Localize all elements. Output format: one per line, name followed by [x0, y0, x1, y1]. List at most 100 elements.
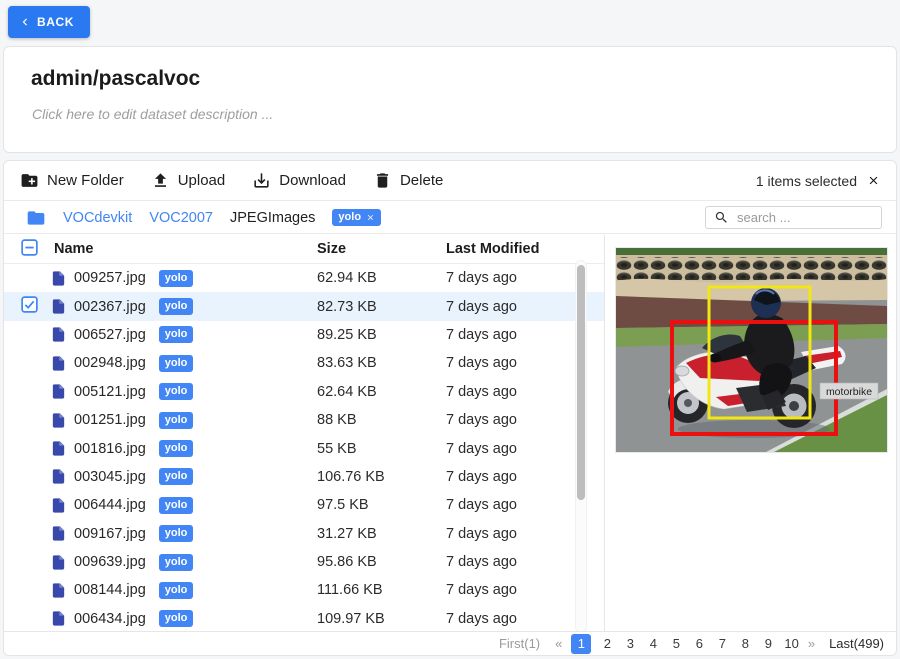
- close-icon[interactable]: [366, 213, 375, 222]
- file-size: 88 KB: [313, 412, 446, 428]
- file-icon: [50, 468, 67, 485]
- table-row[interactable]: 001251.jpg yolo 88 KB 7 days ago: [4, 406, 604, 434]
- table-row[interactable]: 006444.jpg yolo 97.5 KB 7 days ago: [4, 491, 604, 519]
- pagination-next[interactable]: »: [808, 636, 815, 651]
- table-row[interactable]: 008144.jpg yolo 111.66 KB 7 days ago: [4, 576, 604, 604]
- search-input[interactable]: [737, 210, 873, 225]
- table-row[interactable]: 009167.jpg yolo 31.27 KB 7 days ago: [4, 520, 604, 548]
- pagination-page-8[interactable]: 8: [738, 636, 752, 651]
- file-size: 109.97 KB: [313, 611, 446, 627]
- breadcrumb-current-jpegimages: JPEGImages: [230, 210, 315, 226]
- pagination-last[interactable]: Last(499): [829, 636, 884, 651]
- breadcrumb-link-vocdevkit[interactable]: VOCdevkit: [63, 210, 132, 226]
- new-folder-button[interactable]: New Folder: [20, 171, 124, 190]
- row-checkbox[interactable]: [21, 296, 38, 313]
- yolo-tag-badge: yolo: [159, 497, 194, 514]
- file-size: 82.73 KB: [313, 299, 446, 315]
- file-size: 62.94 KB: [313, 270, 446, 286]
- dataset-title: admin/pascalvoc: [31, 67, 896, 91]
- download-button[interactable]: Download: [252, 171, 346, 190]
- pagination-page-1[interactable]: 1: [571, 634, 591, 654]
- file-table-body: 009257.jpg yolo 62.94 KB 7 days ago 0023…: [4, 264, 604, 633]
- table-row[interactable]: 009639.jpg yolo 95.86 KB 7 days ago: [4, 548, 604, 576]
- pagination-page-3[interactable]: 3: [623, 636, 637, 651]
- dataset-description-placeholder[interactable]: Click here to edit dataset description .…: [32, 106, 896, 122]
- file-icon: [50, 497, 67, 514]
- file-modified: 7 days ago: [446, 582, 576, 598]
- table-row[interactable]: 002948.jpg yolo 83.63 KB 7 days ago: [4, 349, 604, 377]
- pagination-page-10[interactable]: 10: [784, 636, 798, 651]
- upload-label: Upload: [178, 172, 226, 189]
- file-icon: [50, 440, 67, 457]
- search-box[interactable]: [705, 206, 882, 229]
- pagination-page-7[interactable]: 7: [715, 636, 729, 651]
- file-size: 106.76 KB: [313, 469, 446, 485]
- yolo-filter-chip[interactable]: yolo: [332, 209, 381, 226]
- file-name: 002948.jpg: [74, 355, 146, 371]
- delete-label: Delete: [400, 172, 443, 189]
- upload-button[interactable]: Upload: [151, 171, 226, 190]
- yolo-tag-badge: yolo: [159, 468, 194, 485]
- table-row[interactable]: 006434.jpg yolo 109.97 KB 7 days ago: [4, 605, 604, 633]
- pagination-page-4[interactable]: 4: [646, 636, 660, 651]
- delete-button[interactable]: Delete: [373, 171, 443, 190]
- selection-count: 1 items selected: [756, 173, 857, 189]
- pagination-page-2[interactable]: 2: [600, 636, 614, 651]
- table-row[interactable]: 001816.jpg yolo 55 KB 7 days ago: [4, 434, 604, 462]
- file-modified: 7 days ago: [446, 299, 576, 315]
- dataset-header-card: admin/pascalvoc Click here to edit datas…: [3, 46, 897, 153]
- file-icon: [50, 298, 67, 315]
- new-folder-label: New Folder: [47, 172, 124, 189]
- table-row[interactable]: 003045.jpg yolo 106.76 KB 7 days ago: [4, 463, 604, 491]
- yolo-tag-badge: yolo: [159, 554, 194, 571]
- file-name: 009167.jpg: [74, 526, 146, 542]
- header-size[interactable]: Size: [313, 241, 446, 257]
- file-modified: 7 days ago: [446, 412, 576, 428]
- table-row[interactable]: 009257.jpg yolo 62.94 KB 7 days ago: [4, 264, 604, 292]
- file-size: 95.86 KB: [313, 554, 446, 570]
- file-modified: 7 days ago: [446, 469, 576, 485]
- file-name: 002367.jpg: [74, 299, 146, 315]
- file-modified: 7 days ago: [446, 355, 576, 371]
- select-all-checkbox[interactable]: [21, 239, 38, 256]
- file-size: 111.66 KB: [313, 582, 446, 598]
- scrollbar-thumb[interactable]: [577, 265, 585, 500]
- file-modified: 7 days ago: [446, 497, 576, 513]
- file-name: 006527.jpg: [74, 327, 146, 343]
- file-size: 55 KB: [313, 441, 446, 457]
- yolo-tag-badge: yolo: [159, 582, 194, 599]
- yolo-tag-badge: yolo: [159, 298, 194, 315]
- download-icon: [252, 171, 271, 190]
- yolo-tag-badge: yolo: [159, 610, 194, 627]
- folder-icon[interactable]: [26, 208, 46, 228]
- file-icon: [50, 383, 67, 400]
- toolbar: New Folder Upload Download Delete 1 item…: [4, 161, 896, 201]
- yolo-tag-badge: yolo: [159, 440, 194, 457]
- back-button[interactable]: BACK: [8, 6, 90, 38]
- file-modified: 7 days ago: [446, 270, 576, 286]
- table-row[interactable]: 006527.jpg yolo 89.25 KB 7 days ago: [4, 321, 604, 349]
- file-icon: [50, 582, 67, 599]
- pagination-page-9[interactable]: 9: [761, 636, 775, 651]
- pagination-first[interactable]: First(1): [499, 636, 540, 651]
- header-name[interactable]: Name: [48, 241, 313, 257]
- table-scrollbar[interactable]: [575, 260, 587, 633]
- file-modified: 7 days ago: [446, 611, 576, 627]
- pagination-prev[interactable]: «: [555, 636, 562, 651]
- file-modified: 7 days ago: [446, 441, 576, 457]
- table-row[interactable]: 005121.jpg yolo 62.64 KB 7 days ago: [4, 378, 604, 406]
- delete-icon: [373, 171, 392, 190]
- annotated-motorbike-photo: motorbike: [616, 248, 887, 452]
- file-icon: [50, 270, 67, 287]
- header-modified[interactable]: Last Modified: [446, 241, 576, 257]
- file-icon: [50, 610, 67, 627]
- file-size: 83.63 KB: [313, 355, 446, 371]
- yolo-tag-badge: yolo: [159, 326, 194, 343]
- pagination-page-6[interactable]: 6: [692, 636, 706, 651]
- breadcrumb: VOCdevkit VOC2007 JPEGImages yolo: [4, 202, 896, 234]
- clear-selection-button[interactable]: [867, 174, 880, 187]
- breadcrumb-link-voc2007[interactable]: VOC2007: [149, 210, 213, 226]
- table-row[interactable]: 002367.jpg yolo 82.73 KB 7 days ago: [4, 292, 604, 320]
- file-modified: 7 days ago: [446, 526, 576, 542]
- pagination-page-5[interactable]: 5: [669, 636, 683, 651]
